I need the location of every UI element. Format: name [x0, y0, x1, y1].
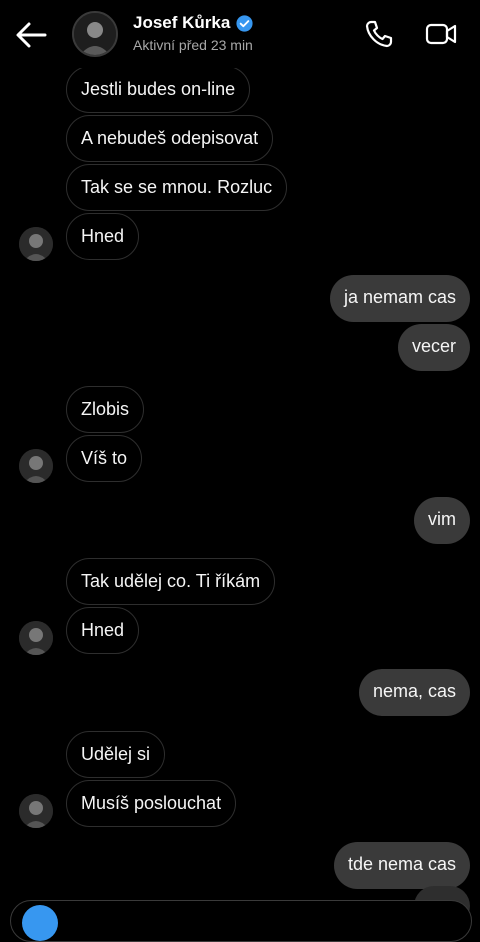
contact-name: Josef Kůrka [133, 13, 231, 32]
camera-button[interactable] [22, 905, 58, 941]
sender-avatar[interactable] [19, 794, 53, 828]
message-incoming[interactable]: A nebudeš odepisovat [66, 115, 274, 162]
sender-avatar[interactable] [19, 449, 53, 483]
message-incoming[interactable]: Zlobis [66, 386, 145, 433]
message-thread: Jestli budes on-line A nebudeš odepisova… [0, 0, 480, 942]
sender-avatar[interactable] [19, 621, 53, 655]
message-incoming[interactable]: Hned [66, 607, 140, 654]
message-outgoing[interactable]: vecer [397, 324, 470, 371]
message-outgoing[interactable]: vim [414, 497, 470, 544]
message-outgoing[interactable]: ja nemam cas [329, 275, 470, 322]
message-incoming[interactable]: Tak udělej co. Ti říkám [66, 558, 276, 605]
contact-name-row[interactable]: Josef Kůrka [133, 13, 253, 33]
sender-avatar[interactable] [19, 227, 53, 261]
message-outgoing[interactable]: tde nema cas [333, 842, 470, 889]
call-button[interactable] [363, 18, 395, 50]
verified-badge-icon [236, 14, 253, 32]
active-status: Aktivní před 23 min [133, 37, 253, 53]
arrow-left-icon [16, 22, 47, 48]
message-incoming[interactable]: Musíš poslouchat [66, 780, 237, 827]
video-call-button[interactable] [424, 18, 457, 50]
chat-header: Josef Kůrka Aktivní před 23 min [0, 0, 480, 68]
message-incoming[interactable]: Hned [66, 213, 140, 260]
message-incoming[interactable]: Jestli budes on-line [66, 66, 251, 113]
phone-icon [365, 20, 393, 48]
back-button[interactable] [14, 20, 48, 50]
message-composer[interactable] [10, 900, 472, 942]
message-outgoing[interactable]: nema, cas [358, 669, 470, 716]
message-incoming[interactable]: Víš to [66, 435, 143, 482]
contact-avatar[interactable] [72, 11, 118, 57]
message-incoming[interactable]: Udělej si [66, 731, 166, 778]
video-camera-icon [425, 23, 457, 45]
message-incoming[interactable]: Tak se se mnou. Rozluc [66, 164, 288, 211]
